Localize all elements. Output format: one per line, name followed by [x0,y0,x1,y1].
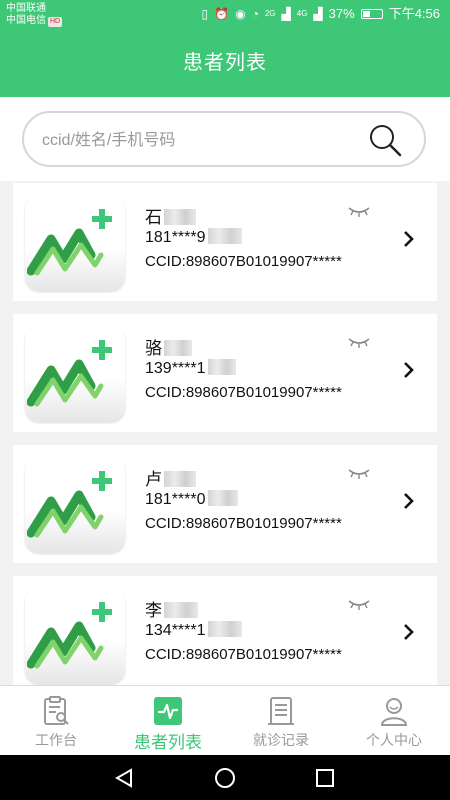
app-logo-icon [27,209,112,276]
tab-workbench[interactable]: 工作台 [0,686,112,756]
tab-label-patient-list: 患者列表 [134,733,202,752]
system-nav-bar [0,755,450,800]
document-list-icon [268,697,294,725]
search-input[interactable] [40,125,364,157]
recents-icon[interactable] [314,767,336,789]
page-title: 患者列表 [183,52,267,74]
signal-icon-2: ▟ [313,7,323,21]
app-logo [25,195,125,291]
patient-card[interactable]: 卢 181****0 CCID:898607B01019907***** [13,445,437,563]
heartbeat-icon [154,697,182,725]
redacted-name [164,340,192,356]
search-area [0,97,450,181]
patient-name: 骆 [145,334,192,359]
app-logo [25,326,125,422]
redacted-phone [207,490,238,506]
status-right: ▯ ⏰ ◉ ◔ 2G ▟ 4G ▟ 37% 下午4:56 [202,6,440,22]
person-icon [380,698,408,726]
hd-badge: HD [48,17,63,27]
patient-ccid: CCID:898607B01019907***** [145,253,342,270]
app-header: 患者列表 [0,30,450,97]
patient-list: 石 181****9 CCID:898607B01019907***** 骆 1… [13,183,437,707]
eye-closed-icon[interactable] [347,336,371,350]
patient-phone: 139****1 [145,359,236,378]
patient-ccid: CCID:898607B01019907***** [145,515,342,532]
patient-card[interactable]: 李 134****1 CCID:898607B01019907***** [13,576,437,694]
tab-label-workbench: 工作台 [35,732,77,748]
redacted-name [164,602,198,618]
network-4g: 4G [296,9,308,18]
patient-phone: 181****9 [145,228,242,247]
patient-name: 卢 [145,465,196,490]
app-logo [25,457,125,553]
patient-name: 李 [145,596,198,621]
app-logo-icon [27,471,112,538]
signal-icon-1: ▟ [281,7,291,21]
patient-phone: 134****1 [145,621,242,640]
chevron-right-icon[interactable] [403,491,415,511]
carrier-info: 中国联通 中国电信 HD [6,3,63,27]
tab-visit-records[interactable]: 就诊记录 [225,686,337,756]
alarm-icon: ⏰ [214,7,230,21]
vibrate-icon: ▯ [201,7,209,21]
home-icon[interactable] [214,767,236,789]
redacted-name [164,209,196,225]
redacted-phone [207,621,242,637]
back-icon[interactable] [113,767,135,789]
status-bar: 中国联通 中国电信 HD ▯ ⏰ ◉ ◔ 2G ▟ 4G ▟ 37% 下午4:56 [0,0,450,30]
battery-percent: 37% [328,6,355,21]
carrier-2: 中国电信 [6,15,46,26]
patient-ccid: CCID:898607B01019907***** [145,646,342,663]
app-logo [25,588,125,684]
eye-closed-icon[interactable] [347,598,371,612]
eye-closed-icon[interactable] [347,205,371,219]
tab-label-profile: 个人中心 [366,732,422,748]
app-logo-icon [27,340,112,407]
wifi-icon: ◔ [251,7,259,21]
battery-icon [360,9,383,19]
patient-phone: 181****0 [145,490,238,509]
bottom-tab-bar: 工作台 患者列表 就诊记录 个人中心 [0,685,450,756]
patient-ccid: CCID:898607B01019907***** [145,384,342,401]
search-icon[interactable] [368,123,402,157]
clipboard-search-icon [44,696,69,725]
search-box[interactable] [22,111,426,167]
tab-label-visit-records: 就诊记录 [253,732,309,748]
tab-profile[interactable]: 个人中心 [338,686,450,756]
eye-closed-icon[interactable] [347,467,371,481]
chevron-right-icon[interactable] [403,360,415,380]
app-logo-icon [27,602,112,669]
chevron-right-icon[interactable] [403,229,415,249]
eye-status-icon: ◉ [235,7,246,21]
clock: 下午4:56 [388,6,440,21]
redacted-phone [207,359,236,375]
tab-patient-list[interactable]: 患者列表 [112,686,224,756]
carrier-1: 中国联通 [6,3,46,14]
network-2g: 2G [264,9,276,18]
redacted-name [164,471,196,487]
redacted-phone [207,228,242,244]
patient-card[interactable]: 石 181****9 CCID:898607B01019907***** [13,183,437,301]
patient-card[interactable]: 骆 139****1 CCID:898607B01019907***** [13,314,437,432]
patient-name: 石 [145,203,196,228]
chevron-right-icon[interactable] [403,622,415,642]
